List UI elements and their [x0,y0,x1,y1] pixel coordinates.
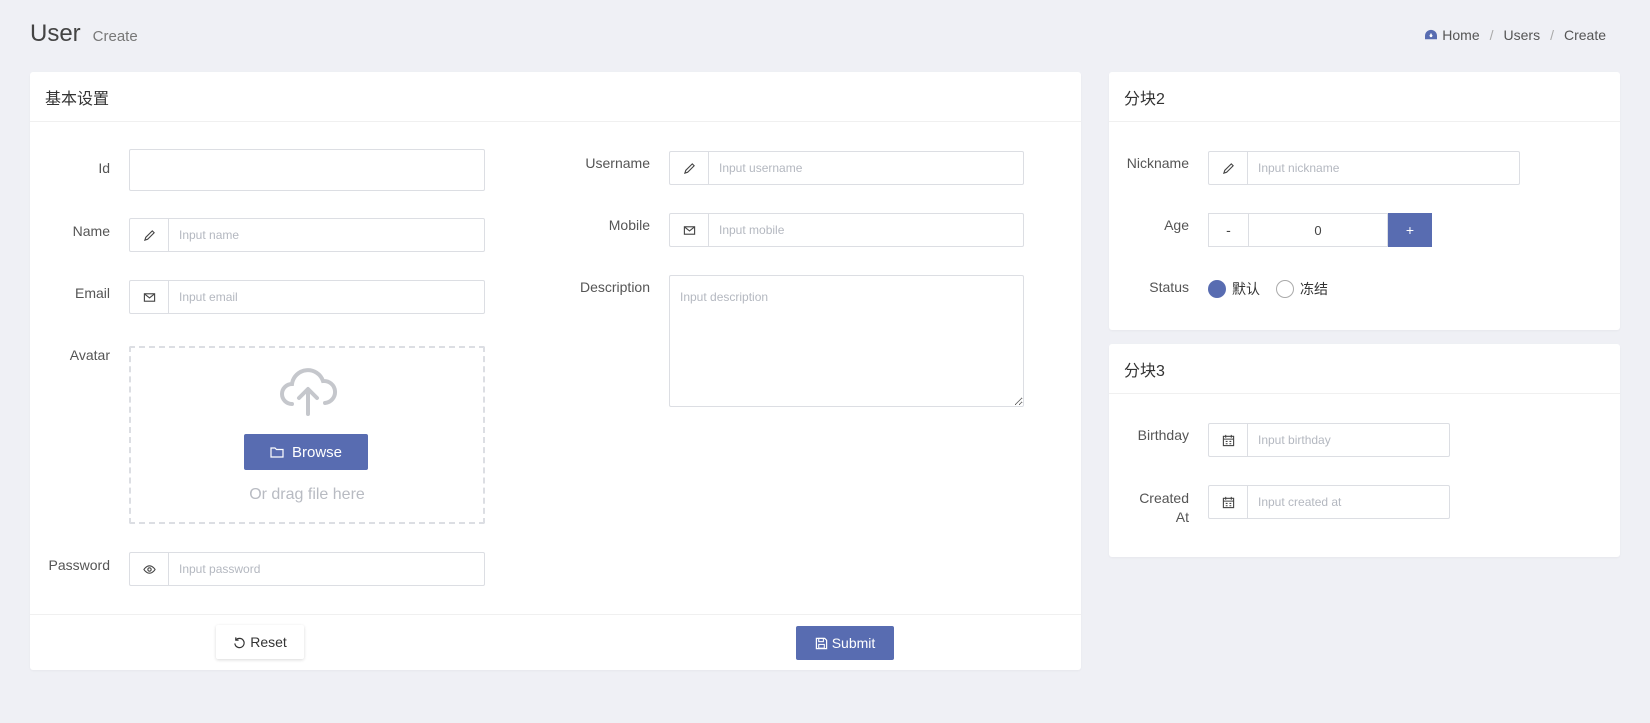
envelope-icon [670,214,709,246]
nickname-field [1208,151,1520,185]
status-option-label: 冻结 [1300,281,1328,297]
mobile-field [669,213,1024,247]
drag-hint: Or drag file here [249,486,365,503]
pencil-icon [670,152,709,184]
age-decrement-button[interactable]: - [1208,213,1248,247]
description-textarea[interactable] [669,275,1024,407]
age-input[interactable]: 0 [1248,213,1388,247]
created-at-label-line: At [1175,509,1189,525]
section3-card: 分块3 Birthday Created At [1109,344,1620,557]
calendar-icon [1209,486,1248,518]
reset-button[interactable]: Reset [216,625,304,659]
avatar-label: Avatar [69,347,110,363]
username-label: Username [585,155,650,171]
page-header: User Create [30,20,138,56]
status-label: Status [1149,279,1189,295]
breadcrumb-create: Create [1563,27,1606,43]
created-at-label: Created At [1109,489,1189,527]
breadcrumb-separator: / [1550,27,1554,43]
cloud-upload-icon [280,368,338,416]
submit-label: Submit [831,635,876,651]
eye-icon [130,553,169,585]
name-input[interactable] [169,219,484,251]
username-input[interactable] [709,152,1023,184]
section2-card: 分块2 Nickname Age - 0 + Status 默认 冻结 [1109,72,1620,330]
calendar-icon [1209,424,1248,456]
browse-button[interactable]: Browse [244,434,368,470]
description-label: Description [579,279,650,295]
password-field [129,552,485,586]
created-at-field [1208,485,1450,519]
mobile-label: Mobile [608,217,650,233]
pencil-icon [1209,152,1248,184]
card-title: 基本设置 [30,72,1081,122]
breadcrumb-home[interactable]: Home [1442,27,1479,43]
dashboard-icon [1425,29,1438,40]
reset-label: Reset [250,634,287,650]
save-icon [815,637,827,649]
age-stepper: - 0 + [1208,213,1432,247]
name-field [129,218,485,252]
created-at-input[interactable] [1248,486,1449,518]
status-radio-frozen[interactable] [1276,280,1294,298]
password-label: Password [48,557,110,573]
email-input[interactable] [169,281,484,313]
pencil-icon [130,219,169,251]
status-option-label: 默认 [1232,281,1260,297]
breadcrumb-users[interactable]: Users [1504,27,1541,43]
page-title: User [30,20,81,47]
username-field [669,151,1024,185]
id-label: Id [98,160,110,176]
browse-label: Browse [291,443,343,461]
birthday-input[interactable] [1248,424,1449,456]
card-title: 分块2 [1109,72,1620,122]
card-title: 分块3 [1109,344,1620,394]
basic-settings-card: 基本设置 Id Name Email Avatar Browse Or drag… [30,72,1081,670]
birthday-field [1208,423,1450,457]
name-label: Name [72,223,110,239]
folder-icon [270,447,284,458]
birthday-label: Birthday [1137,427,1189,443]
page-subtitle: Create [92,28,138,45]
undo-icon [234,636,245,648]
submit-button[interactable]: Submit [796,626,894,660]
mobile-input[interactable] [709,214,1023,246]
envelope-icon [130,281,169,313]
age-increment-button[interactable]: + [1388,213,1432,247]
id-input[interactable] [129,149,485,191]
password-input[interactable] [169,553,484,585]
breadcrumb-separator: / [1489,27,1494,43]
nickname-input[interactable] [1248,152,1519,184]
created-at-label-line: Created [1139,490,1189,506]
status-radio-group: 默认 冻结 [1208,279,1344,299]
avatar-dropzone[interactable]: Browse Or drag file here [129,346,485,524]
breadcrumb: Home / Users / Create [1424,27,1606,43]
email-field [129,280,485,314]
age-label: Age [1164,217,1189,233]
email-label: Email [74,285,110,301]
card-footer-divider [30,614,1081,615]
nickname-label: Nickname [1126,155,1189,171]
status-radio-default[interactable] [1208,280,1226,298]
